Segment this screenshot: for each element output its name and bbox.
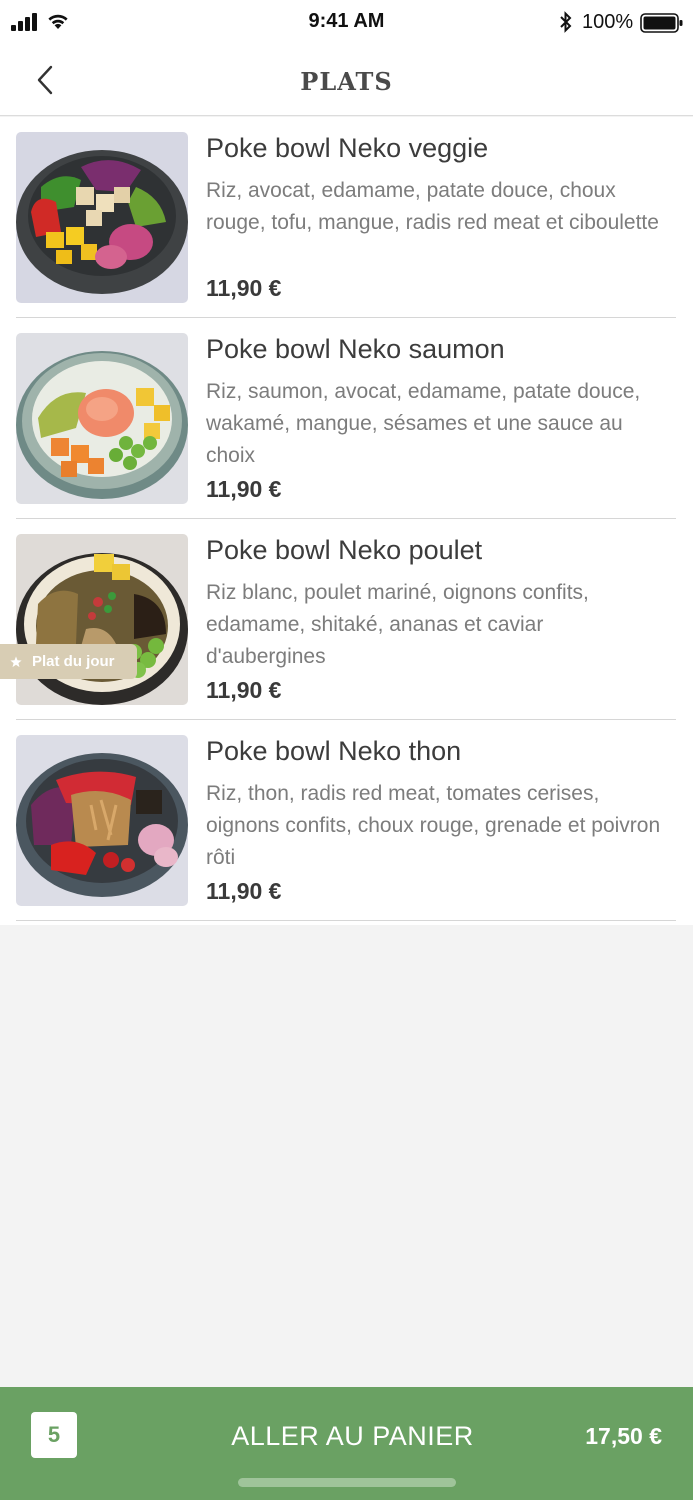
battery-icon (640, 13, 683, 33)
list-item[interactable]: Poke bowl Neko thon Riz, thon, radis red… (16, 720, 676, 921)
badge-label: Plat du jour (32, 653, 115, 670)
item-name: Poke bowl Neko poulet (206, 535, 483, 565)
item-price: 11,90 € (206, 677, 282, 703)
dish-photo (16, 735, 188, 906)
star-icon (10, 656, 22, 667)
nav-bar: PLATS (0, 46, 693, 116)
go-to-cart-button[interactable]: 5 ALLER AU PANIER 17,50 € (0, 1387, 693, 1500)
item-name: Poke bowl Neko veggie (206, 133, 489, 163)
daily-special-badge: Plat du jour (0, 644, 137, 679)
item-price: 11,90 € (206, 275, 282, 301)
item-description: Riz blanc, poulet mariné, oignons confit… (206, 581, 589, 668)
item-description: Riz, thon, radis red meat, tomates ceris… (206, 782, 661, 869)
battery-percent: 100% (582, 11, 634, 33)
product-list: Poke bowl Neko veggie Riz, avocat, edama… (0, 117, 693, 925)
list-item[interactable]: Poke bowl Neko veggie Riz, avocat, edama… (16, 117, 676, 318)
item-description: Riz, avocat, edamame, patate douce, chou… (206, 179, 659, 234)
dish-photo (16, 534, 188, 705)
item-name: Poke bowl Neko saumon (206, 334, 505, 364)
list-item[interactable]: Poke bowl Neko saumon Riz, saumon, avoca… (16, 318, 676, 519)
home-indicator[interactable] (238, 1478, 456, 1487)
dish-photo (16, 333, 188, 504)
list-item[interactable]: Poke bowl Neko poulet Riz blanc, poulet … (0, 519, 676, 720)
item-price: 11,90 € (206, 878, 282, 904)
bluetooth-icon (560, 11, 572, 33)
page-title: PLATS (300, 67, 393, 96)
item-price: 11,90 € (206, 476, 282, 502)
item-name: Poke bowl Neko thon (206, 736, 462, 766)
dish-photo (16, 132, 188, 303)
item-description: Riz, saumon, avocat, edamame, patate dou… (206, 380, 641, 467)
cart-total: 17,50 € (585, 1423, 662, 1449)
status-bar: 9:41 AM 100% (0, 0, 693, 46)
